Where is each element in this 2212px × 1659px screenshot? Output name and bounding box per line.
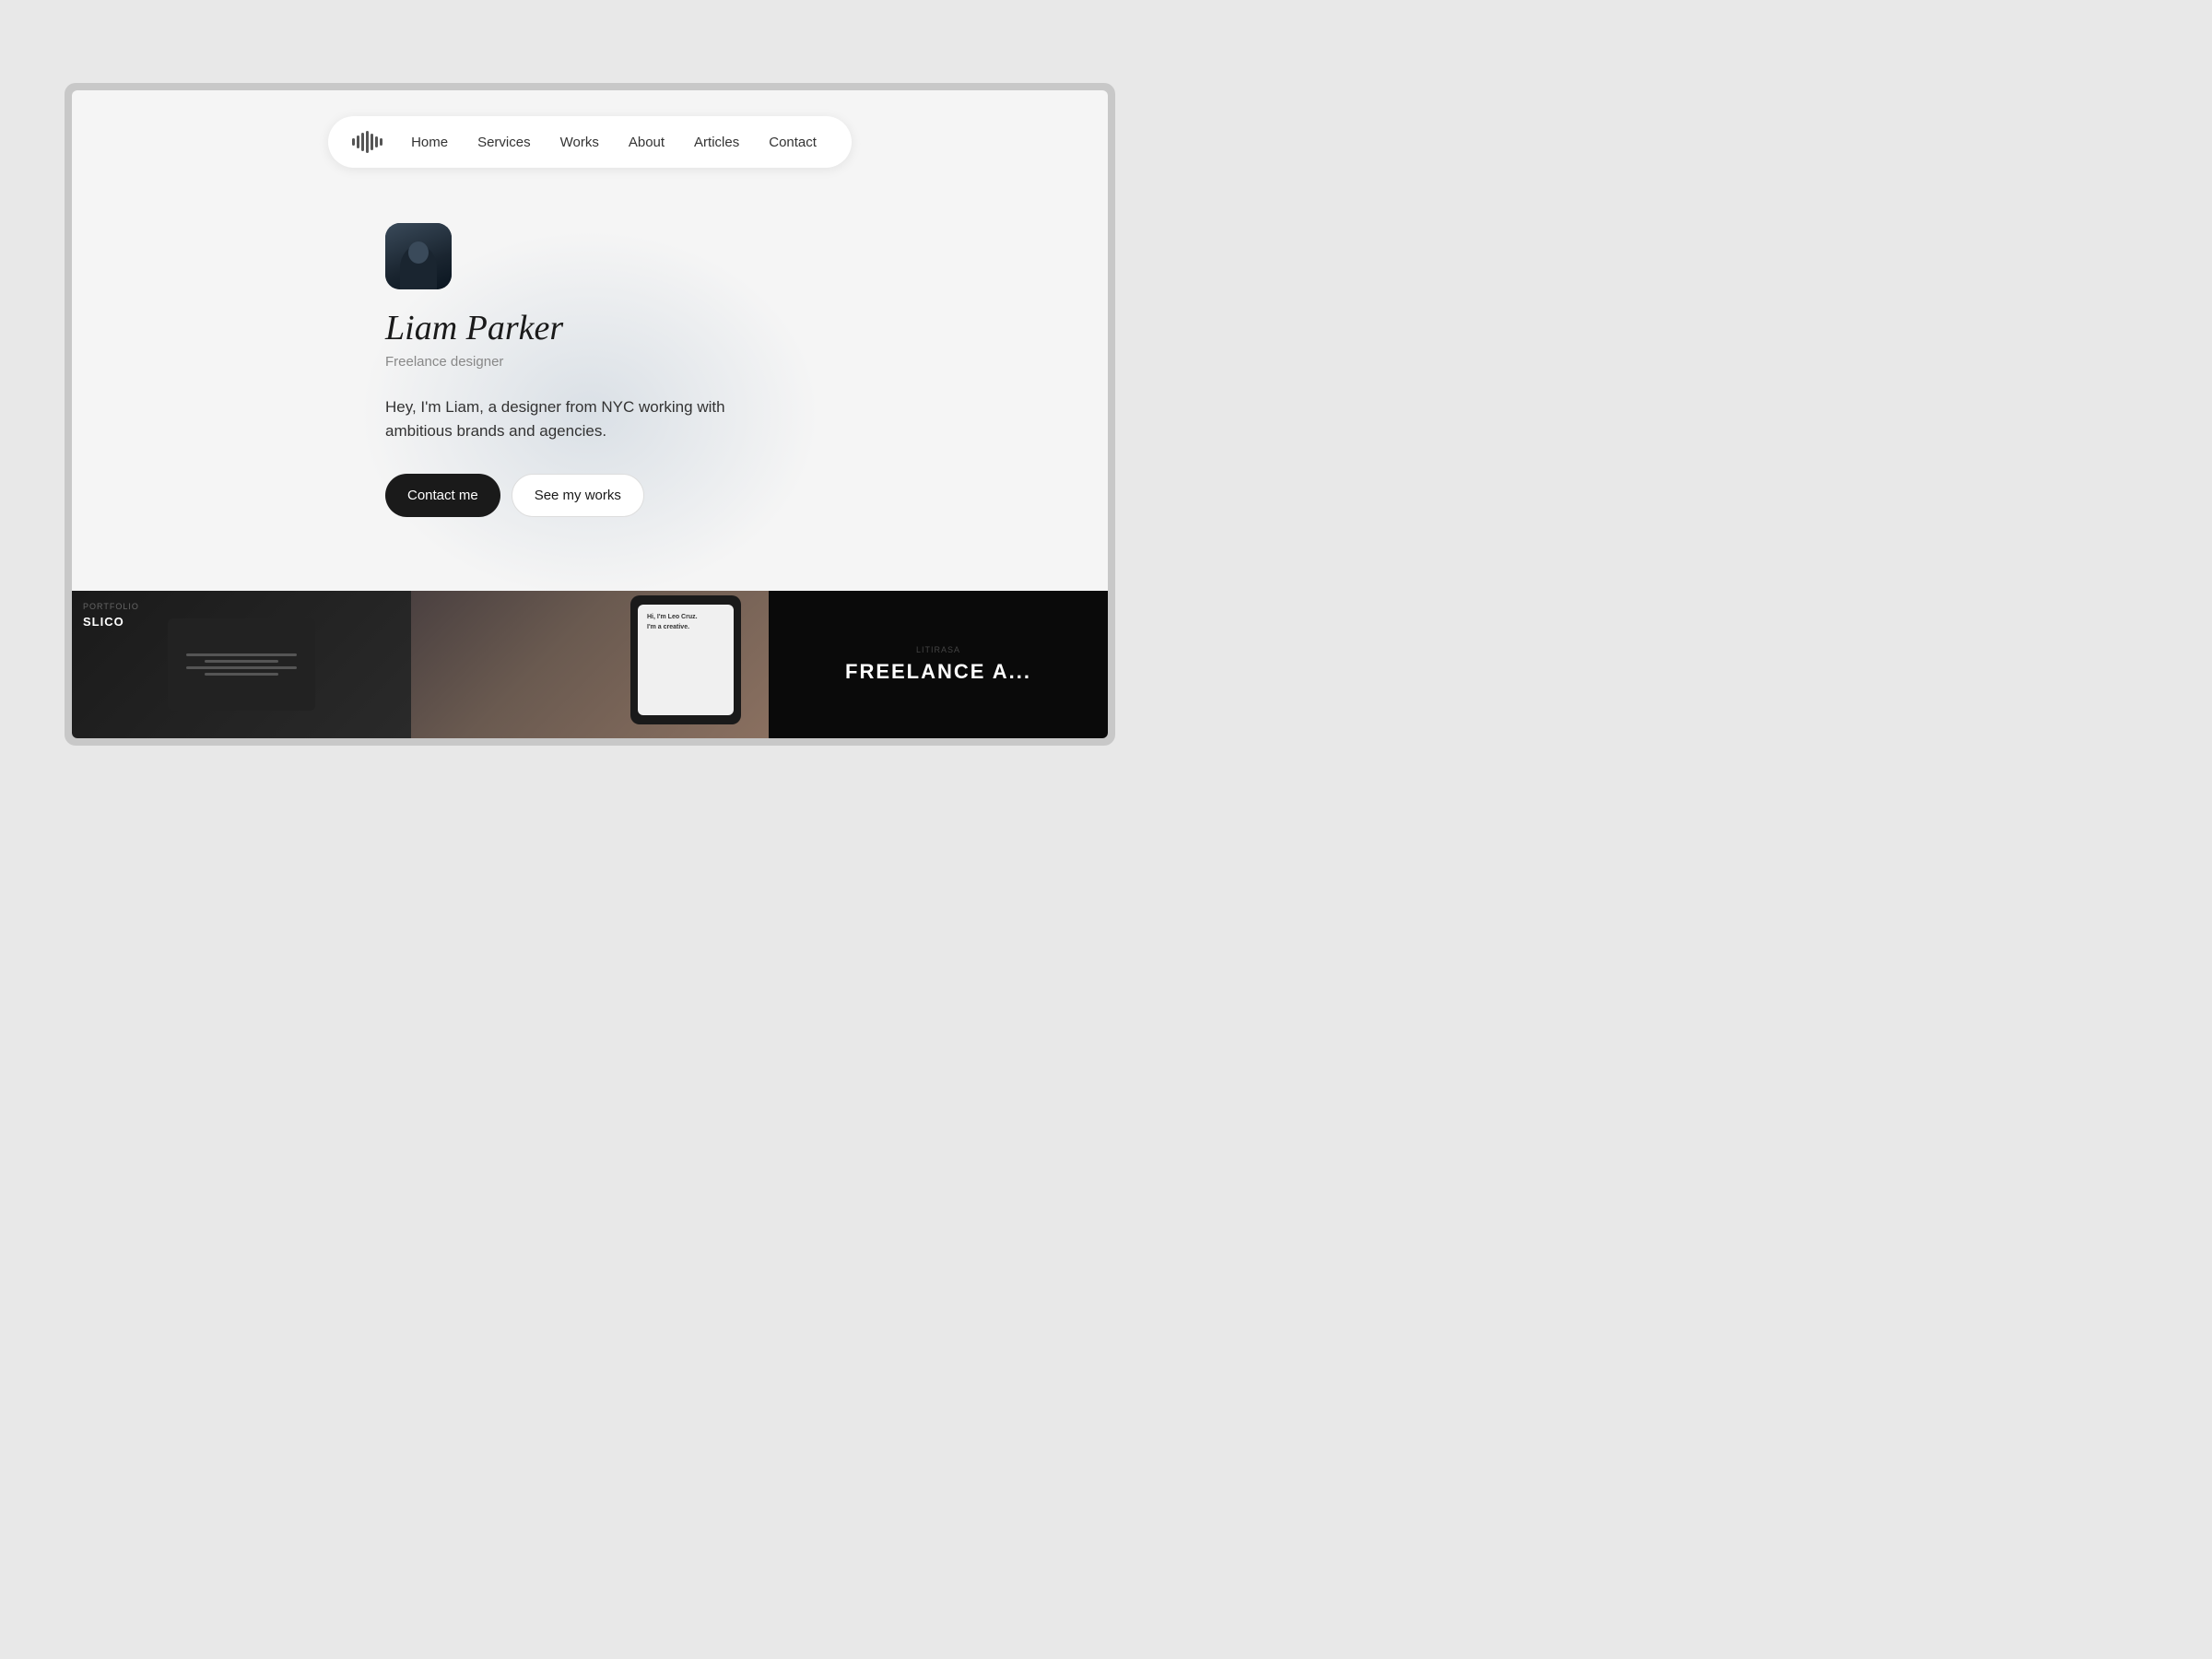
nav-articles[interactable]: Articles bbox=[681, 127, 752, 158]
wave-bar-5 bbox=[371, 134, 373, 150]
tablet-screen: Hi, I'm Leo Cruz. I'm a creative. bbox=[638, 605, 734, 715]
avatar bbox=[385, 223, 452, 289]
hero-section: Liam Parker Freelance designer Hey, I'm … bbox=[72, 168, 1108, 572]
avatar-image bbox=[385, 223, 452, 289]
nav-links: Home Services Works About Articles Conta… bbox=[398, 127, 830, 158]
see-works-button[interactable]: See my works bbox=[512, 474, 644, 517]
wave-bar-6 bbox=[375, 136, 378, 147]
hero-name: Liam Parker bbox=[385, 308, 563, 348]
hero-buttons: Contact me See my works bbox=[385, 474, 644, 517]
nav-container: Home Services Works About Articles Conta… bbox=[328, 116, 852, 168]
portfolio-card-3-label: LITIRASA bbox=[845, 645, 1031, 654]
portfolio-strip: PORTFOLIO SLICO Hi, I'm Leo Cruz. I'm a … bbox=[72, 591, 1108, 738]
wave-bar-3 bbox=[361, 133, 364, 151]
portfolio-card-1-meta: PORTFOLIO SLICO bbox=[83, 602, 139, 629]
portfolio-card-3-content: LITIRASA FREELANCE A... bbox=[845, 645, 1031, 684]
portfolio-card-1-title: SLICO bbox=[83, 615, 139, 629]
wave-bar-7 bbox=[380, 138, 382, 146]
wave-bar-4 bbox=[366, 131, 369, 153]
screen-line-2 bbox=[205, 660, 278, 663]
hero-title: Freelance designer bbox=[385, 354, 503, 370]
portfolio-card-1-label: PORTFOLIO bbox=[83, 602, 139, 611]
nav-contact[interactable]: Contact bbox=[756, 127, 830, 158]
monitor-screen: Home Services Works About Articles Conta… bbox=[72, 90, 1108, 738]
tablet-sub: I'm a creative. bbox=[647, 624, 724, 630]
screen-line-4 bbox=[205, 673, 278, 676]
navbar: Home Services Works About Articles Conta… bbox=[72, 90, 1108, 168]
screen-line-1 bbox=[186, 653, 297, 656]
logo-icon[interactable] bbox=[350, 125, 383, 159]
nav-services[interactable]: Services bbox=[465, 127, 544, 158]
waveform-icon bbox=[352, 131, 382, 153]
wave-bar-1 bbox=[352, 138, 355, 146]
contact-me-button[interactable]: Contact me bbox=[385, 474, 500, 517]
portfolio-card-2[interactable]: Hi, I'm Leo Cruz. I'm a creative. bbox=[411, 591, 769, 738]
hero-bio: Hey, I'm Liam, a designer from NYC worki… bbox=[385, 395, 735, 444]
screen-line-3 bbox=[186, 666, 297, 669]
wave-bar-2 bbox=[357, 135, 359, 148]
nav-works[interactable]: Works bbox=[547, 127, 612, 158]
nav-home[interactable]: Home bbox=[398, 127, 461, 158]
portfolio-card-3-title: FREELANCE A... bbox=[845, 660, 1031, 684]
monitor-frame: Home Services Works About Articles Conta… bbox=[65, 83, 1115, 746]
screen-mockup bbox=[168, 618, 315, 711]
tablet-greeting: Hi, I'm Leo Cruz. bbox=[647, 614, 724, 620]
portfolio-card-3[interactable]: LITIRASA FREELANCE A... bbox=[769, 591, 1108, 738]
tablet-mockup: Hi, I'm Leo Cruz. I'm a creative. bbox=[630, 595, 741, 724]
nav-about[interactable]: About bbox=[616, 127, 677, 158]
portfolio-card-1[interactable]: PORTFOLIO SLICO bbox=[72, 591, 411, 738]
